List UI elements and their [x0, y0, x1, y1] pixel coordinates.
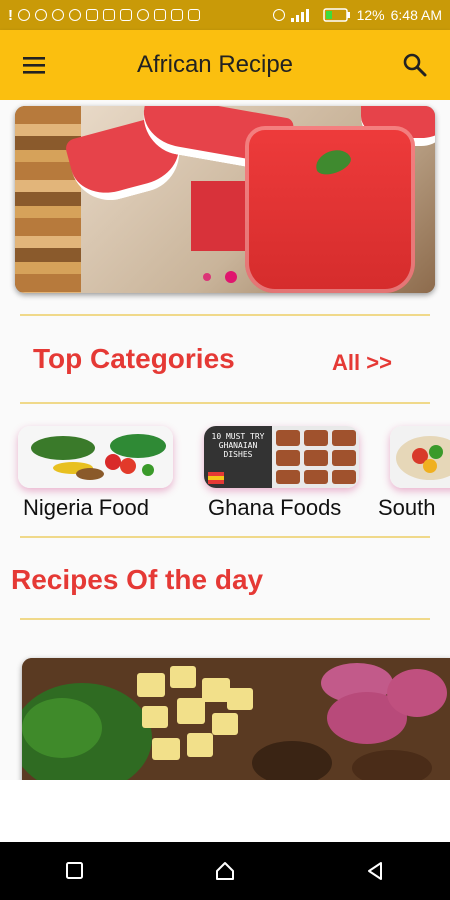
- wifi-icon: [272, 9, 285, 21]
- south-food-image: [390, 426, 450, 488]
- top-categories-title: Top Categories: [33, 343, 235, 374]
- category-card-nigeria[interactable]: [18, 426, 173, 488]
- recipe-card[interactable]: [22, 658, 450, 780]
- signal-icon: [290, 9, 309, 22]
- clock: 6:48 AM: [390, 7, 442, 23]
- battery-icon: [322, 8, 350, 22]
- status-bar: ! 12% 6:48 AM: [0, 0, 450, 30]
- chat-icon: [188, 9, 200, 21]
- app-title: African Recipe: [136, 51, 294, 78]
- system-nav-bar: [0, 842, 450, 900]
- all-categories-link[interactable]: All >>: [332, 350, 392, 376]
- alert-icon: !: [8, 6, 13, 24]
- image-icon: [120, 9, 132, 21]
- ghana-thumbnail-text: 10 MUST TRY GHANAIAN DISHES: [211, 432, 265, 459]
- search-icon: [403, 53, 427, 77]
- category-card-south[interactable]: [390, 426, 450, 488]
- opera-icon: [137, 9, 149, 21]
- hamburger-menu-icon: [23, 57, 45, 74]
- recent-apps-icon[interactable]: [65, 861, 85, 881]
- status-right: 12% 6:48 AM: [272, 7, 442, 23]
- divider: [20, 618, 430, 620]
- main-content[interactable]: Top Categories All >> Nigeria Food 10 MU…: [0, 100, 450, 780]
- category-label: Ghana Foods: [208, 495, 342, 520]
- carousel-dot[interactable]: [203, 273, 211, 281]
- category-label: Nigeria Food: [23, 495, 149, 520]
- home-icon[interactable]: [214, 860, 236, 882]
- category-card-ghana[interactable]: 10 MUST TRY GHANAIAN DISHES: [204, 426, 359, 488]
- banner-carousel[interactable]: [15, 106, 435, 293]
- shirt-icon: [86, 9, 98, 21]
- back-icon[interactable]: [365, 861, 385, 881]
- divider: [20, 314, 430, 316]
- search-button[interactable]: [380, 30, 450, 100]
- banner-side-image: [15, 106, 81, 293]
- twitter-icon: [171, 9, 183, 21]
- carousel-dot-active[interactable]: [225, 271, 237, 283]
- check-icon: [103, 9, 115, 21]
- battery-percent: 12%: [356, 7, 385, 23]
- recipe-image: [22, 658, 450, 780]
- category-label: South: [378, 495, 436, 520]
- divider: [20, 402, 430, 404]
- nigeria-food-image: [18, 426, 173, 488]
- gallery-icon: [154, 9, 166, 21]
- facebook-icon: [52, 9, 64, 21]
- message-icon: [18, 9, 30, 21]
- bottom-blank-area: [0, 780, 450, 842]
- app-bar: African Recipe: [0, 30, 450, 100]
- facebook-icon: [69, 9, 81, 21]
- recipes-of-day-title: Recipes Of the day: [11, 564, 264, 595]
- divider: [20, 536, 430, 538]
- carousel-indicator[interactable]: [203, 271, 237, 283]
- notification-icons: !: [8, 7, 200, 24]
- whatsapp-icon: [35, 9, 47, 21]
